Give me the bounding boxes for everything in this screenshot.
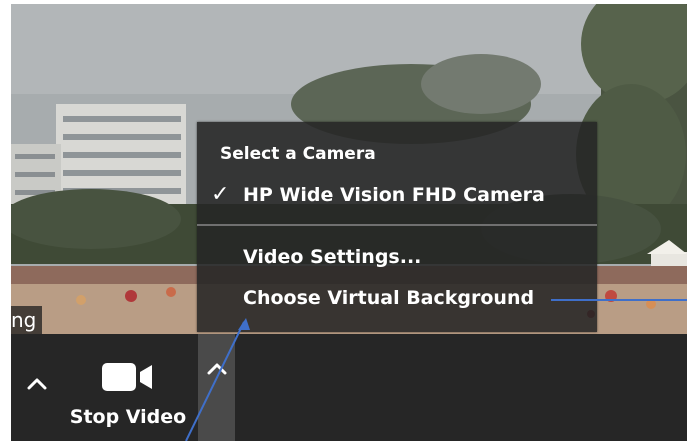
audio-options-caret[interactable] [17,354,57,414]
camera-name-label: HP Wide Vision FHD Camera [243,184,545,206]
stop-video-button[interactable]: Stop Video [63,352,193,440]
zoom-meeting-window: ng Stop Video Select a Camera ✓ HP Wide … [11,4,687,441]
stop-video-label: Stop Video [69,406,187,428]
checkmark-icon: ✓ [211,182,230,207]
menu-item-virtual-background[interactable]: Choose Virtual Background [197,279,597,317]
menu-item-video-settings[interactable]: Video Settings... [197,238,597,276]
participant-name: ng [11,308,37,332]
chevron-up-icon [27,378,47,390]
camera-options-menu: Select a Camera ✓ HP Wide Vision FHD Cam… [197,122,597,332]
menu-item-camera[interactable]: ✓ HP Wide Vision FHD Camera [197,176,597,214]
virtual-background-label: Choose Virtual Background [243,287,535,309]
menu-divider [197,224,597,226]
menu-heading: Select a Camera [220,144,376,164]
video-settings-label: Video Settings... [243,246,422,268]
chevron-up-icon [207,363,226,375]
participant-name-tag: ng [11,306,43,334]
video-options-caret[interactable] [198,334,235,441]
video-camera-icon [102,363,152,391]
meeting-toolbar: Stop Video [11,334,687,441]
